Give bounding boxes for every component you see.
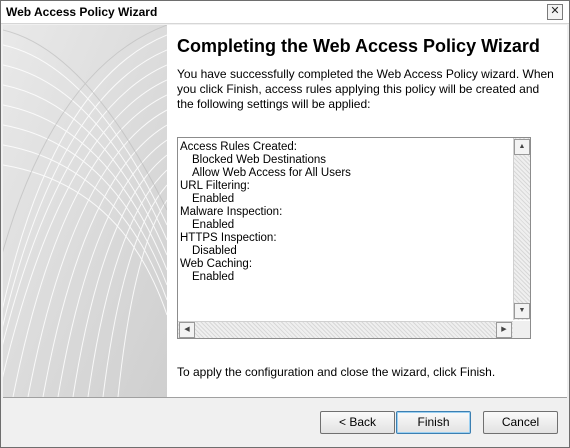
arrow-down-icon: ▼ xyxy=(518,307,526,314)
summary-line: HTTPS Inspection: xyxy=(180,232,277,244)
scroll-down-button[interactable]: ▼ xyxy=(514,303,530,319)
settings-summary-text: Access Rules Created: Blocked Web Destina… xyxy=(180,141,510,319)
arrow-up-icon: ▲ xyxy=(518,143,526,150)
summary-line: Access Rules Created: xyxy=(180,141,297,153)
scroll-up-button[interactable]: ▲ xyxy=(514,139,530,155)
close-icon: ✕ xyxy=(550,5,560,17)
back-button[interactable]: < Back xyxy=(320,411,395,434)
vertical-scrollbar[interactable]: ▲ ▼ xyxy=(513,138,530,320)
finish-button[interactable]: Finish xyxy=(396,411,471,434)
wizard-window: Web Access Policy Wizard ✕ Completing th… xyxy=(0,0,570,448)
wizard-banner-graphic xyxy=(3,25,167,397)
cancel-button[interactable]: Cancel xyxy=(483,411,558,434)
horizontal-scrollbar[interactable]: ◀ ▶ xyxy=(178,321,513,338)
summary-line: Blocked Web Destinations xyxy=(192,154,327,166)
close-button[interactable]: ✕ xyxy=(547,4,563,20)
wizard-client-area: Completing the Web Access Policy Wizard … xyxy=(3,25,567,398)
arrow-left-icon: ◀ xyxy=(184,326,190,333)
summary-line: Enabled xyxy=(192,193,235,205)
decorative-swoosh-image xyxy=(3,25,167,397)
page-heading: Completing the Web Access Policy Wizard xyxy=(177,36,540,56)
summary-line: Disabled xyxy=(192,245,237,257)
title-bar: Web Access Policy Wizard ✕ xyxy=(1,1,569,24)
summary-line: Web Caching: xyxy=(180,258,253,270)
intro-text: You have successfully completed the Web … xyxy=(177,67,554,111)
scrollbar-corner xyxy=(513,321,530,338)
wizard-content: Completing the Web Access Policy Wizard … xyxy=(177,35,557,112)
scroll-right-button[interactable]: ▶ xyxy=(496,322,512,338)
scroll-left-button[interactable]: ◀ xyxy=(179,322,195,338)
summary-line: Enabled xyxy=(192,219,235,231)
summary-line: Allow Web Access for All Users xyxy=(192,167,351,179)
summary-line: Enabled xyxy=(192,271,235,283)
finish-instruction-text: To apply the configuration and close the… xyxy=(177,365,496,379)
arrow-right-icon: ▶ xyxy=(501,326,507,333)
settings-summary-box[interactable]: Access Rules Created: Blocked Web Destina… xyxy=(177,137,531,339)
summary-line: URL Filtering: xyxy=(180,180,250,192)
summary-line: Malware Inspection: xyxy=(180,206,283,218)
window-title: Web Access Policy Wizard xyxy=(6,5,158,19)
